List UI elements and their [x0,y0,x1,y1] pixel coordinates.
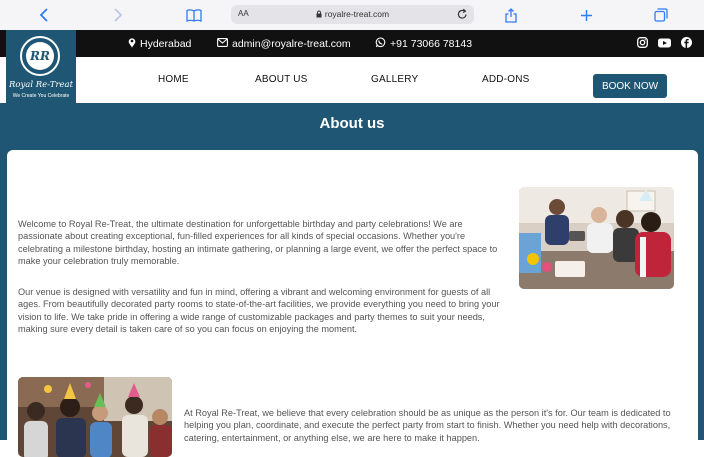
map-pin-icon [128,37,140,51]
phone-info[interactable]: +91 73066 78143 [375,30,472,57]
chevron-left-icon[interactable] [36,4,52,26]
url-text: royalre-treat.com [231,9,474,19]
location-info: Hyderabad [128,30,191,57]
contact-bar: Hyderabad admin@royalre-treat.com +91 73… [0,30,704,57]
instagram-icon[interactable] [637,35,648,53]
facebook-icon[interactable] [681,35,692,53]
nav-item-home[interactable]: HOME [158,74,189,85]
section-title: About us [319,115,385,132]
team-paragraph: At Royal Re-Treat, we believe that every… [184,408,671,443]
lock-icon [316,10,322,18]
logo-tagline: We Create You Celebrate [12,93,70,99]
tabs-icon[interactable] [653,4,669,26]
share-icon[interactable] [503,4,519,26]
whatsapp-icon [375,36,390,51]
party-selfie-photo [519,187,674,289]
youtube-icon[interactable] [658,35,671,53]
nav-item-add-ons[interactable]: ADD-ONS [482,74,530,85]
location-text: Hyderabad [140,37,192,50]
social-links [637,30,692,57]
phone-link[interactable]: +91 73066 78143 [390,38,472,50]
book-now-button[interactable]: BOOK NOW [593,74,667,98]
plus-icon[interactable] [578,4,594,26]
email-link[interactable]: admin@royalre-treat.com [232,38,351,50]
book-icon[interactable] [184,4,204,26]
logo-monogram: RR [26,42,54,70]
reload-icon[interactable] [457,8,468,20]
address-bar[interactable]: AA royalre-treat.com [231,5,474,24]
nav-item-gallery[interactable]: GALLERY [371,74,418,85]
about-content-card: Welcome to Royal Re-Treat, the ultimate … [7,150,698,457]
chevron-right-icon[interactable] [110,4,126,26]
mail-icon [217,37,232,50]
logo-brand-name: Royal Re-Treat [8,80,74,90]
logo-emblem: RR [20,36,60,76]
browser-toolbar: AA royalre-treat.com [0,0,704,31]
intro-paragraph: Welcome to Royal Re-Treat, the ultimate … [18,219,498,267]
url-label: royalre-treat.com [324,9,390,19]
site-logo[interactable]: RR Royal Re-Treat We Create You Celebrat… [6,30,76,103]
venue-paragraph: Our venue is designed with versatility a… [18,287,500,335]
nav-item-about-us[interactable]: ABOUT US [255,74,308,85]
family-party-photo [18,377,172,457]
email-info[interactable]: admin@royalre-treat.com [217,30,351,57]
